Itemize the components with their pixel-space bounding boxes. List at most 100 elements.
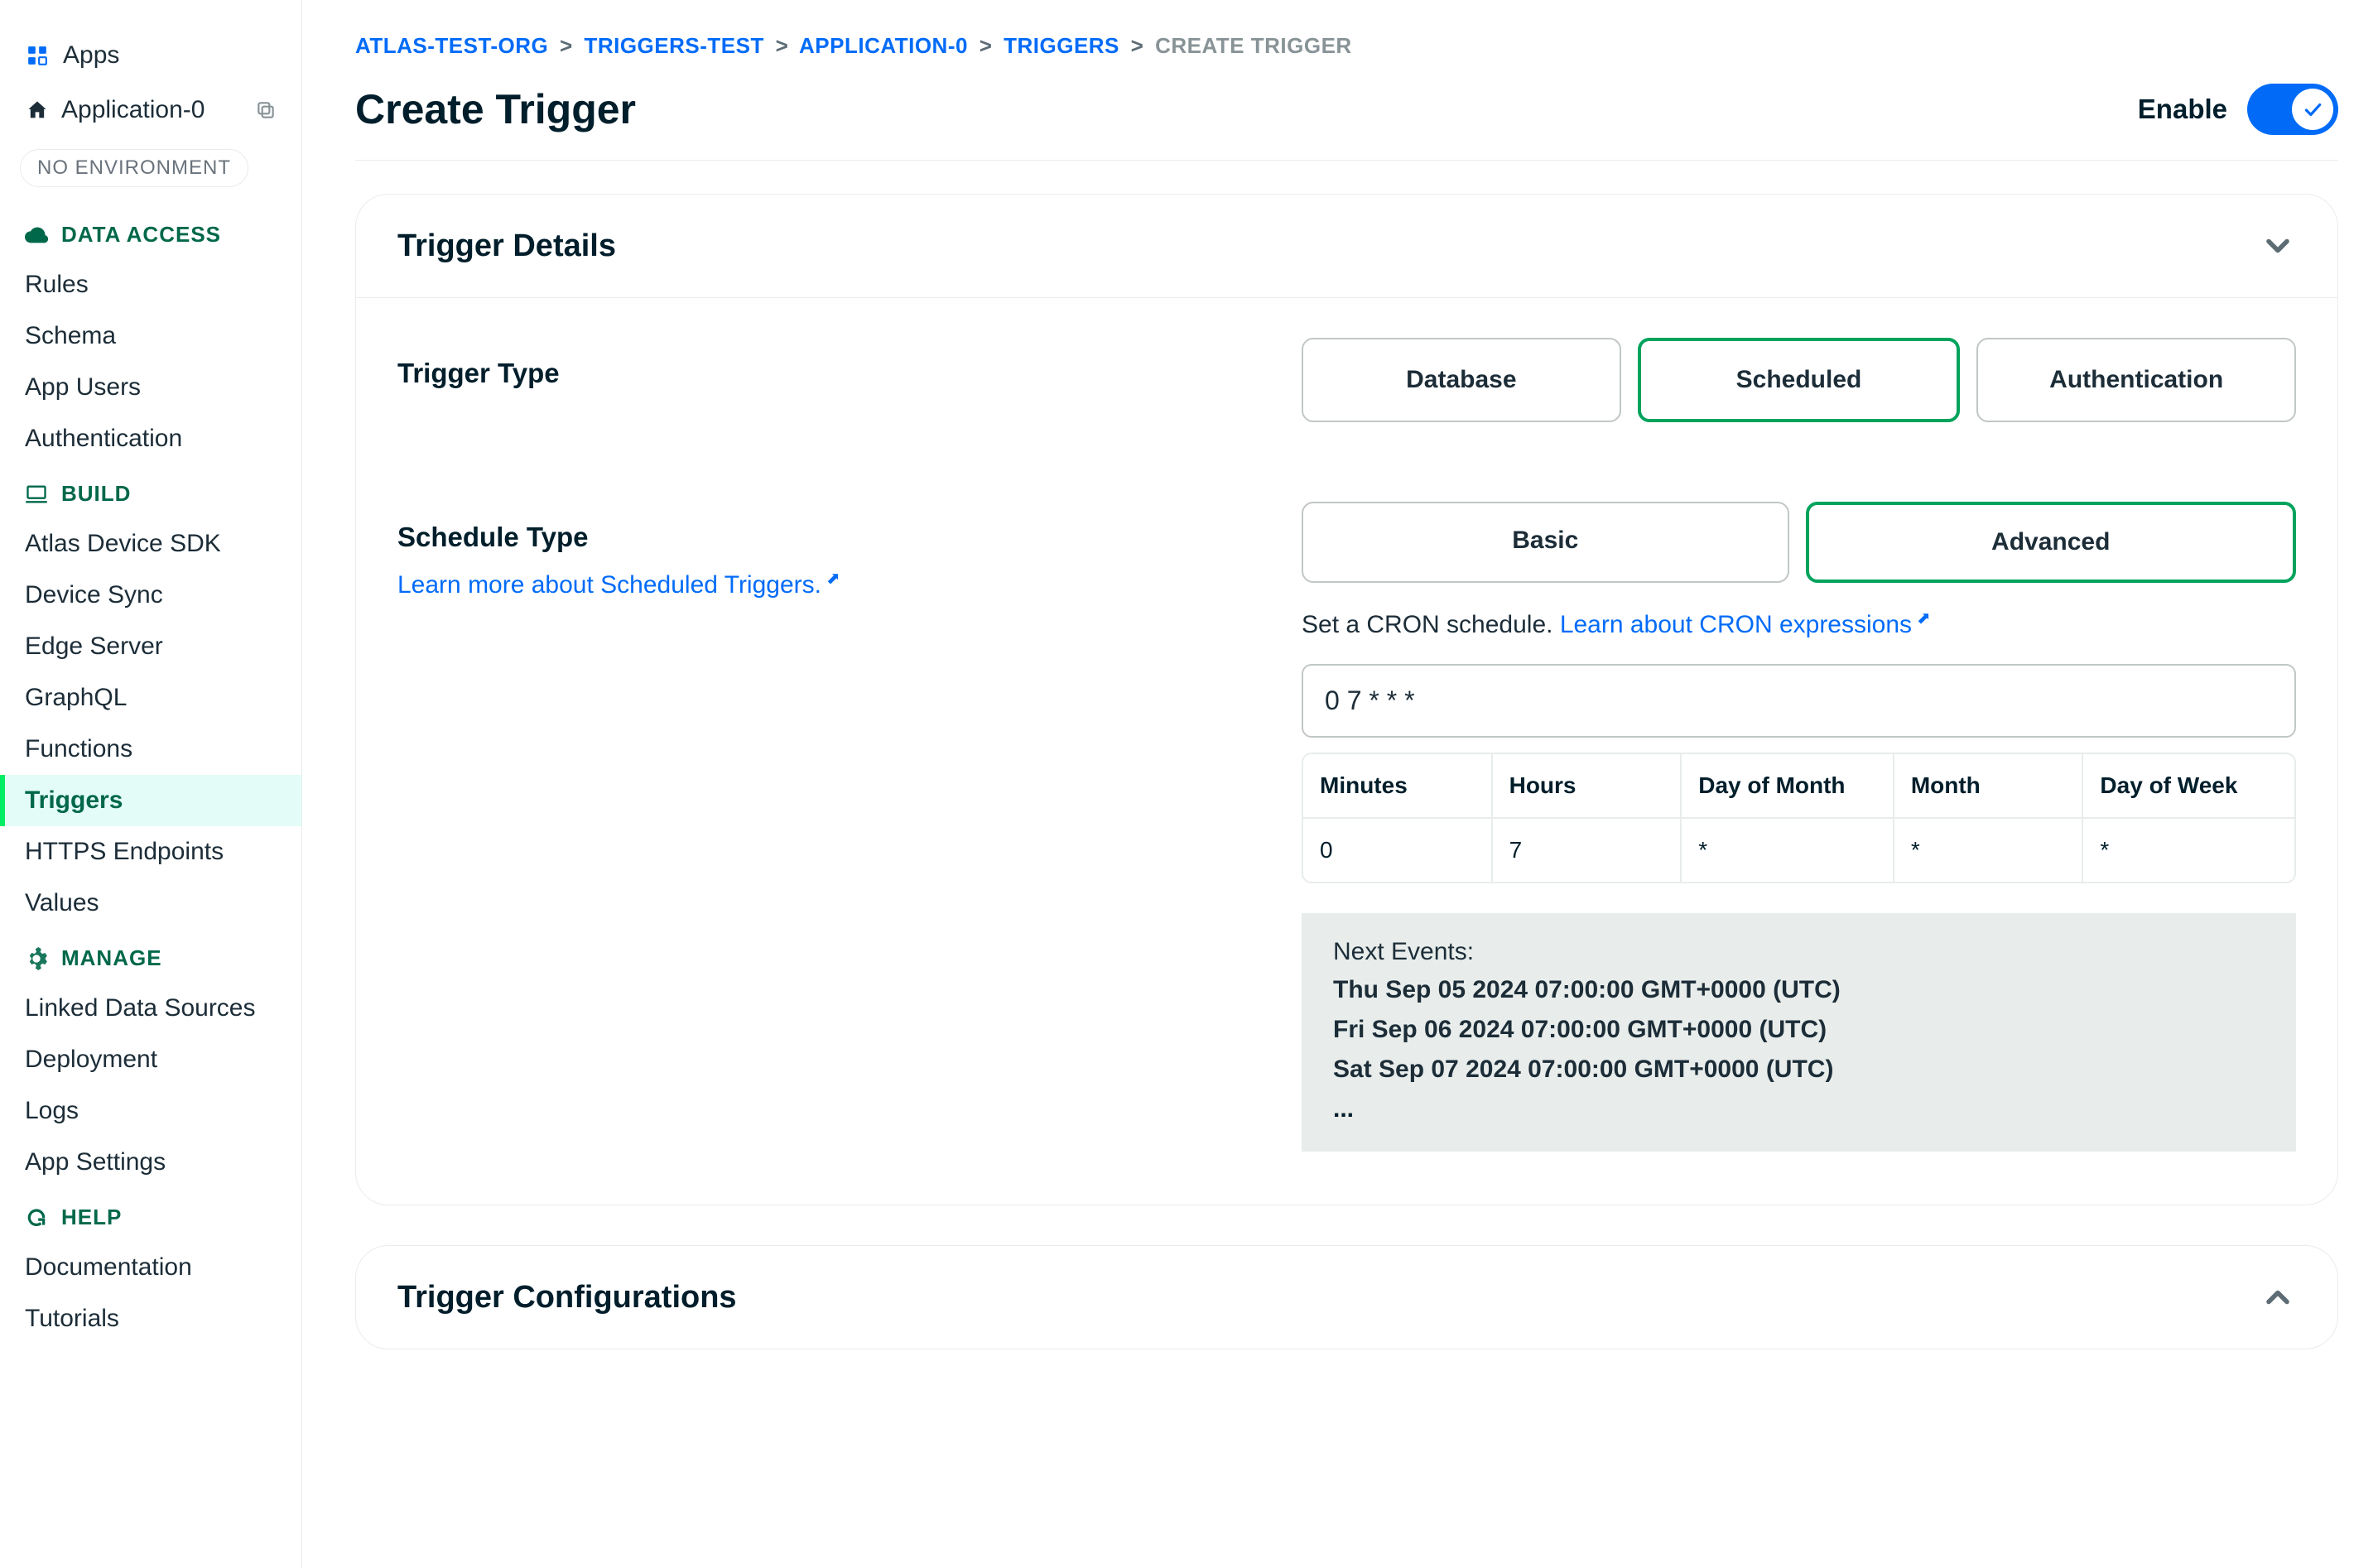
nav-documentation[interactable]: Documentation bbox=[0, 1242, 301, 1293]
cron-table: Minutes Hours Day of Month Month Day of … bbox=[1302, 753, 2296, 883]
home-icon bbox=[25, 98, 50, 123]
enable-toggle[interactable] bbox=[2247, 84, 2338, 135]
copy-icon[interactable] bbox=[255, 99, 277, 121]
cron-header-minutes: Minutes bbox=[1303, 754, 1493, 819]
cron-cell-dom: * bbox=[1682, 819, 1894, 882]
cron-table-header: Minutes Hours Day of Month Month Day of … bbox=[1303, 754, 2294, 819]
nav-values[interactable]: Values bbox=[0, 878, 301, 929]
sidebar: Apps Application-0 NO ENVIRONMENT DATA A… bbox=[0, 0, 302, 1568]
nav-https-endpoints[interactable]: HTTPS Endpoints bbox=[0, 826, 301, 878]
refresh-icon bbox=[25, 1206, 48, 1229]
trigger-details-title: Trigger Details bbox=[397, 228, 616, 264]
cron-header-hours: Hours bbox=[1493, 754, 1682, 819]
nav-logs[interactable]: Logs bbox=[0, 1085, 301, 1137]
next-events-panel: Next Events: Thu Sep 05 2024 07:00:00 GM… bbox=[1302, 913, 2296, 1152]
cron-header-dom: Day of Month bbox=[1682, 754, 1894, 819]
environment-badge: NO ENVIRONMENT bbox=[20, 149, 248, 187]
trigger-configurations-title: Trigger Configurations bbox=[397, 1280, 737, 1315]
enable-label: Enable bbox=[2138, 94, 2227, 125]
trigger-type-database[interactable]: Database bbox=[1302, 338, 1621, 422]
breadcrumb-sep: > bbox=[776, 33, 789, 58]
trigger-type-label: Trigger Type bbox=[397, 358, 1302, 389]
nav-linked-data-sources[interactable]: Linked Data Sources bbox=[0, 983, 301, 1034]
main-content: ATLAS-TEST-ORG > TRIGGERS-TEST > APPLICA… bbox=[302, 0, 2378, 1568]
trigger-type-label-col: Trigger Type bbox=[397, 338, 1302, 422]
enable-group: Enable bbox=[2138, 84, 2338, 135]
apps-icon bbox=[25, 43, 50, 68]
next-events-item: Thu Sep 05 2024 07:00:00 GMT+0000 (UTC) bbox=[1333, 976, 2265, 1004]
section-build-title: BUILD bbox=[61, 481, 131, 507]
trigger-configurations-header[interactable]: Trigger Configurations bbox=[356, 1246, 2337, 1349]
schedule-type-basic[interactable]: Basic bbox=[1302, 502, 1789, 583]
section-data-access-title: DATA ACCESS bbox=[61, 222, 221, 248]
cron-header-month: Month bbox=[1894, 754, 2084, 819]
breadcrumb-org[interactable]: ATLAS-TEST-ORG bbox=[355, 33, 548, 58]
section-help-title: HELP bbox=[61, 1205, 122, 1230]
sidebar-apps-label: Apps bbox=[63, 41, 119, 70]
sidebar-apps[interactable]: Apps bbox=[0, 30, 301, 81]
cron-table-values: 0 7 * * * bbox=[1303, 819, 2294, 882]
schedule-type-row: Schedule Type Learn more about Scheduled… bbox=[397, 502, 2296, 1152]
chevron-up-icon bbox=[2260, 1279, 2296, 1315]
nav-rules[interactable]: Rules bbox=[0, 259, 301, 310]
learn-scheduled-link[interactable]: Learn more about Scheduled Triggers.⬈ bbox=[397, 571, 840, 599]
cron-cell-minutes: 0 bbox=[1303, 819, 1493, 882]
external-link-icon: ⬈ bbox=[826, 568, 840, 589]
trigger-type-segmented: Database Scheduled Authentication bbox=[1302, 338, 2296, 422]
nav-atlas-device-sdk[interactable]: Atlas Device SDK bbox=[0, 518, 301, 570]
breadcrumb-project[interactable]: TRIGGERS-TEST bbox=[584, 33, 763, 58]
trigger-details-body: Trigger Type Database Scheduled Authenti… bbox=[356, 298, 2337, 1205]
next-events-item: Fri Sep 06 2024 07:00:00 GMT+0000 (UTC) bbox=[1333, 1016, 2265, 1044]
nav-app-users[interactable]: App Users bbox=[0, 362, 301, 413]
nav-edge-server[interactable]: Edge Server bbox=[0, 621, 301, 672]
cron-helper-pre: Set a CRON schedule. bbox=[1302, 611, 1560, 638]
sidebar-app-name: Application-0 bbox=[61, 96, 205, 124]
nav-app-settings[interactable]: App Settings bbox=[0, 1137, 301, 1188]
breadcrumb: ATLAS-TEST-ORG > TRIGGERS-TEST > APPLICA… bbox=[355, 33, 2338, 59]
schedule-type-label: Schedule Type bbox=[397, 522, 1302, 553]
cron-cell-dow: * bbox=[2083, 819, 2294, 882]
breadcrumb-sep: > bbox=[980, 33, 993, 58]
learn-cron-link[interactable]: Learn about CRON expressions⬈ bbox=[1560, 611, 1931, 638]
schedule-type-label-col: Schedule Type Learn more about Scheduled… bbox=[397, 502, 1302, 1152]
page-title: Create Trigger bbox=[355, 85, 636, 133]
schedule-type-control: Basic Advanced Set a CRON schedule. Lear… bbox=[1302, 502, 2296, 1152]
next-events-more: ... bbox=[1333, 1095, 2265, 1123]
breadcrumb-triggers[interactable]: TRIGGERS bbox=[1004, 33, 1119, 58]
cron-expression-input[interactable] bbox=[1302, 664, 2296, 738]
breadcrumb-sep: > bbox=[1131, 33, 1144, 58]
cloud-icon bbox=[25, 224, 48, 247]
nav-authentication[interactable]: Authentication bbox=[0, 413, 301, 464]
nav-schema[interactable]: Schema bbox=[0, 310, 301, 362]
trigger-type-scheduled[interactable]: Scheduled bbox=[1638, 338, 1961, 422]
trigger-details-header[interactable]: Trigger Details bbox=[356, 195, 2337, 298]
toggle-knob bbox=[2292, 89, 2333, 130]
cron-cell-month: * bbox=[1894, 819, 2084, 882]
section-manage-title: MANAGE bbox=[61, 945, 162, 971]
external-link-icon: ⬈ bbox=[1917, 608, 1931, 628]
nav-functions[interactable]: Functions bbox=[0, 724, 301, 775]
chevron-down-icon bbox=[2260, 228, 2296, 264]
section-data-access: DATA ACCESS bbox=[0, 205, 301, 259]
trigger-type-control: Database Scheduled Authentication bbox=[1302, 338, 2296, 422]
nav-triggers[interactable]: Triggers bbox=[0, 775, 301, 826]
section-help: HELP bbox=[0, 1188, 301, 1242]
nav-deployment[interactable]: Deployment bbox=[0, 1034, 301, 1085]
nav-device-sync[interactable]: Device Sync bbox=[0, 570, 301, 621]
schedule-type-sub: Learn more about Scheduled Triggers.⬈ bbox=[397, 568, 1302, 599]
cron-cell-hours: 7 bbox=[1493, 819, 1682, 882]
nav-graphql[interactable]: GraphQL bbox=[0, 672, 301, 724]
trigger-type-authentication[interactable]: Authentication bbox=[1976, 338, 2296, 422]
breadcrumb-app[interactable]: APPLICATION-0 bbox=[799, 33, 968, 58]
section-build: BUILD bbox=[0, 464, 301, 518]
nav-tutorials[interactable]: Tutorials bbox=[0, 1293, 301, 1344]
schedule-type-advanced[interactable]: Advanced bbox=[1806, 502, 2297, 583]
breadcrumb-sep: > bbox=[560, 33, 573, 58]
trigger-details-card: Trigger Details Trigger Type Database Sc… bbox=[355, 194, 2338, 1205]
cron-helper: Set a CRON schedule. Learn about CRON ex… bbox=[1302, 608, 2296, 639]
next-events-label: Next Events: bbox=[1333, 938, 2265, 966]
trigger-type-row: Trigger Type Database Scheduled Authenti… bbox=[397, 338, 2296, 422]
cron-header-dow: Day of Week bbox=[2083, 754, 2294, 819]
schedule-type-segmented: Basic Advanced bbox=[1302, 502, 2296, 583]
sidebar-app-name-row[interactable]: Application-0 bbox=[0, 81, 301, 134]
